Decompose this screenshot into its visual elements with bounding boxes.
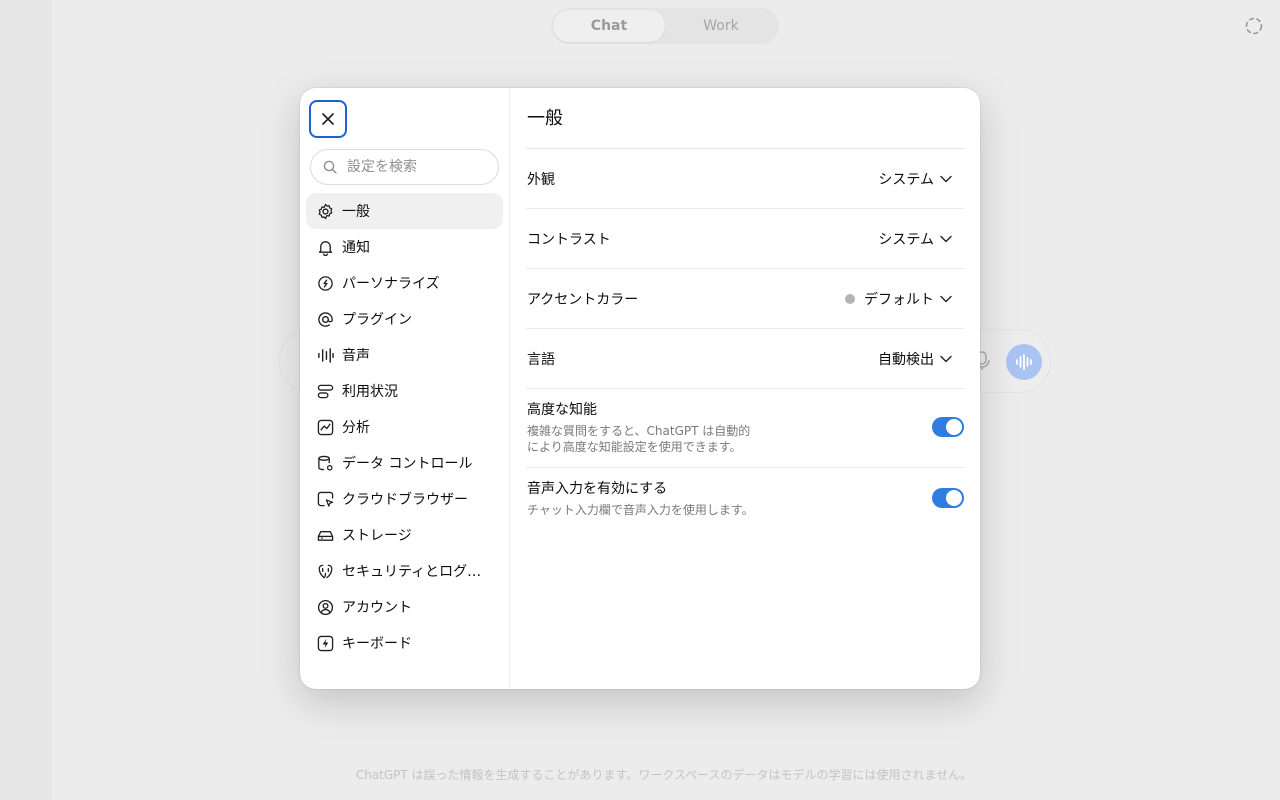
sidebar-item-label: プラグイン	[342, 312, 412, 328]
toggle-knob	[946, 419, 962, 435]
sidebar-item-analytics[interactable]: 分析	[306, 409, 503, 445]
sidebar-item-label: データ コントロール	[342, 456, 473, 472]
setting-label: アクセントカラー	[527, 291, 639, 308]
waveform-icon	[318, 347, 334, 363]
settings-search[interactable]	[310, 149, 499, 185]
accent-color-dropdown[interactable]: デフォルト	[845, 289, 964, 309]
bell-icon	[318, 240, 333, 256]
settings-sidebar: 一般 通知 パーソナライズ プラグイン	[300, 88, 510, 689]
mode-toggle: Chat Work	[551, 8, 779, 44]
footer-disclaimer: ChatGPT は誤った情報を生成することがあります。ワークスペースのデータはモ…	[355, 768, 973, 782]
search-icon	[323, 160, 337, 174]
setting-row-accent-color: アクセントカラー デフォルト	[526, 269, 964, 329]
setting-description: チャット入力欄で音声入力を使用します。	[527, 503, 754, 517]
sidebar-item-account[interactable]: アカウント	[306, 589, 503, 625]
sidebar-item-label: 一般	[342, 204, 370, 220]
sidebar-item-label: クラウドブラウザー	[342, 492, 468, 508]
at-icon	[318, 311, 333, 327]
drive-icon	[317, 530, 334, 541]
voice-input-toggle[interactable]	[932, 488, 964, 508]
lightning-icon	[317, 635, 334, 651]
user-circle-icon	[317, 599, 334, 615]
sidebar-item-notifications[interactable]: 通知	[306, 229, 503, 265]
sidebar-item-general[interactable]: 一般	[306, 193, 503, 229]
setting-label: コントラスト	[527, 231, 611, 248]
setting-row-advanced-intelligence: 高度な知能 複雑な質問をすると、ChatGPT は自動的により高度な知能設定を使…	[526, 389, 964, 468]
tab-chat[interactable]: Chat	[553, 10, 665, 42]
left-sidebar-rail	[0, 0, 52, 800]
dropdown-value: システム	[878, 231, 934, 248]
tab-work[interactable]: Work	[665, 10, 777, 42]
personalize-icon	[318, 275, 333, 291]
temporary-chat-icon[interactable]	[1243, 15, 1265, 37]
setting-title: 高度な知能	[527, 402, 597, 418]
gear-icon	[318, 203, 333, 219]
sidebar-item-keyboard[interactable]: キーボード	[306, 625, 503, 661]
chevron-down-icon	[940, 235, 952, 242]
chevron-down-icon	[940, 175, 952, 182]
waveform-icon	[1016, 354, 1032, 370]
setting-row-appearance: 外観 システム	[526, 149, 964, 209]
chevron-down-icon	[940, 295, 952, 302]
dropdown-value: 自動検出	[878, 351, 934, 368]
usage-icon	[317, 384, 334, 398]
sidebar-item-label: パーソナライズ	[342, 276, 440, 292]
page-title: 一般	[527, 108, 563, 129]
search-input[interactable]	[347, 159, 487, 175]
toggle-knob	[946, 490, 962, 506]
sidebar-item-label: ストレージ	[342, 528, 412, 544]
close-icon	[322, 113, 334, 125]
browser-cursor-icon	[317, 491, 334, 507]
voice-mode-button[interactable]	[1006, 344, 1042, 380]
database-gear-icon	[318, 455, 333, 471]
analytics-icon	[317, 419, 334, 435]
sidebar-item-label: 利用状況	[342, 384, 398, 400]
dropdown-value: デフォルト	[864, 291, 934, 308]
sidebar-item-voice[interactable]: 音声	[306, 337, 503, 373]
sidebar-item-label: キーボード	[342, 636, 412, 652]
chevron-down-icon	[940, 355, 952, 362]
sidebar-item-plugins[interactable]: プラグイン	[306, 301, 503, 337]
sidebar-item-security[interactable]: セキュリティとログイン	[306, 553, 503, 589]
setting-row-voice-input: 音声入力を有効にする チャット入力欄で音声入力を使用します。	[526, 468, 964, 530]
dropdown-value: システム	[878, 171, 934, 188]
appearance-dropdown[interactable]: システム	[878, 169, 964, 189]
sidebar-item-label: アカウント	[342, 600, 412, 616]
contrast-dropdown[interactable]: システム	[878, 229, 964, 249]
accent-color-swatch	[845, 293, 855, 304]
setting-row-language: 言語 自動検出	[526, 329, 964, 389]
advanced-intelligence-toggle[interactable]	[932, 417, 964, 437]
setting-label: 外観	[527, 171, 555, 188]
sidebar-item-label: 分析	[342, 420, 370, 436]
sidebar-item-data-controls[interactable]: データ コントロール	[306, 445, 503, 481]
settings-content: 一般 外観 システム コントラスト システム アクセントカラー デフォルト 言語…	[510, 88, 980, 689]
settings-nav: 一般 通知 パーソナライズ プラグイン 音声 利用状況 分析 データ コントロー…	[306, 193, 503, 661]
language-dropdown[interactable]: 自動検出	[878, 349, 964, 369]
settings-dialog: 一般 通知 パーソナライズ プラグイン	[300, 88, 980, 689]
setting-row-contrast: コントラスト システム	[526, 209, 964, 269]
setting-description: 複雑な質問をすると、ChatGPT は自動的により高度な知能設定を使用できます。	[527, 424, 751, 454]
shield-icon	[318, 564, 333, 579]
sidebar-item-personalization[interactable]: パーソナライズ	[306, 265, 503, 301]
sidebar-item-storage[interactable]: ストレージ	[306, 517, 503, 553]
close-button[interactable]	[309, 100, 347, 138]
setting-title: 音声入力を有効にする	[527, 481, 668, 497]
sidebar-item-usage[interactable]: 利用状況	[306, 373, 503, 409]
setting-label: 言語	[527, 351, 555, 368]
sidebar-item-label: 通知	[342, 240, 370, 256]
sidebar-item-cloud-browser[interactable]: クラウドブラウザー	[306, 481, 503, 517]
sidebar-item-label: 音声	[342, 348, 370, 364]
sidebar-item-label: セキュリティとログイン	[342, 564, 492, 580]
